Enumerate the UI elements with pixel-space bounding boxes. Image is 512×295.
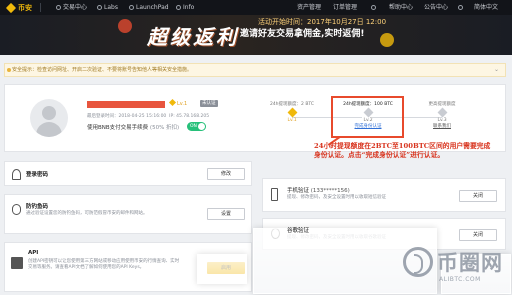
diamond-icon bbox=[168, 98, 177, 107]
user-icon bbox=[371, 4, 376, 10]
bnb-fee-label: 使用BNB支付交易手续费 (50% 折扣) bbox=[87, 125, 180, 131]
diamond-icon bbox=[437, 107, 447, 118]
language-selector[interactable]: 简体中文 bbox=[474, 3, 498, 12]
avatar bbox=[30, 99, 68, 137]
disable-google-auth-button[interactable]: 关闭 bbox=[459, 229, 497, 241]
google-auth-title: 谷歌验证 bbox=[287, 228, 310, 234]
level-1-column: 24h提现额度：2 BTC Lv.1 bbox=[269, 102, 315, 123]
annotation-text: 24小时提现额度在2BTC至100BTC区间的用户需要完成身份认证。点击“完成身… bbox=[314, 142, 491, 159]
nav-divider bbox=[40, 3, 41, 12]
disable-sms-button[interactable]: 关闭 bbox=[459, 190, 497, 202]
anti-phishing-section: 防钓鱼码 通过验证设置您的防钓鱼码，可防范假冒币安的邮件和网站。 设置 bbox=[4, 194, 252, 234]
user-level-badge: Lv.1 bbox=[168, 98, 187, 107]
login-password-section: 登录密码 修改 bbox=[4, 161, 252, 186]
nav-item-launchpad[interactable]: LaunchPad bbox=[129, 3, 169, 12]
banner-tagline: 邀请好友交易拿佣金,实时返佣! bbox=[240, 29, 365, 39]
top-nav: 币安 交易中心 Labs LaunchPad Info 资产管理 订单管理 帮助… bbox=[0, 0, 512, 15]
nav-item-announcements[interactable]: 公告中心 bbox=[424, 3, 448, 12]
contact-us-link[interactable]: 联系我们 bbox=[416, 123, 468, 129]
nav-item-exchange[interactable]: 交易中心 bbox=[56, 3, 87, 12]
chip-icon bbox=[11, 257, 23, 269]
nav-item-account[interactable] bbox=[371, 3, 378, 12]
security-notice: 安全提示：检查访问网址、开启二次验证、不要将账号告知他人等相关安全措施。 ⌄ bbox=[4, 63, 506, 77]
chevron-down-icon[interactable]: ⌄ bbox=[494, 64, 499, 76]
nav-item-orders[interactable]: 订单管理 bbox=[333, 3, 357, 12]
level-3-column: 更高提现额度 Lv.3 联系我们 bbox=[416, 101, 468, 129]
sms-auth-section: 手机验证 (133*****156) 提现、修改密码，及安全设置时用以收取短信验… bbox=[262, 178, 506, 212]
change-password-button[interactable]: 修改 bbox=[207, 168, 245, 180]
bell-icon[interactable] bbox=[458, 3, 465, 12]
banner-headline: 超级返利 bbox=[147, 25, 239, 49]
labs-icon bbox=[97, 4, 102, 10]
annotation-highlight-box bbox=[331, 96, 404, 138]
exchange-icon bbox=[56, 4, 61, 10]
banner-decoration bbox=[118, 19, 132, 33]
watermark: 币圈网 ALIBTC.COM bbox=[403, 245, 507, 291]
nav-item-assets[interactable]: 资产管理 bbox=[297, 3, 321, 12]
nav-item-help[interactable]: 帮助中心 bbox=[389, 3, 413, 12]
nav-item-info[interactable]: Info bbox=[176, 3, 194, 12]
banner-decoration bbox=[380, 33, 394, 47]
redacted-email-bar bbox=[87, 101, 165, 108]
set-anti-phishing-button[interactable]: 设置 bbox=[207, 208, 245, 220]
info-icon bbox=[176, 4, 181, 10]
watermark-logo-icon bbox=[403, 247, 433, 277]
last-login-info: 最后登录时间：2018-04-25 15:16:00 IP: 45.78.168… bbox=[87, 114, 210, 119]
promo-banner[interactable]: 超级返利 活动开始时间：2017年10月27日 12:00 邀请好友交易拿佣金,… bbox=[0, 15, 512, 55]
binance-logo-icon bbox=[5, 2, 17, 13]
verification-status-tag: 未认证 bbox=[200, 100, 218, 107]
nav-item-labs[interactable]: Labs bbox=[97, 3, 118, 12]
warning-icon bbox=[7, 68, 11, 72]
fish-icon bbox=[12, 204, 21, 215]
launchpad-icon bbox=[129, 4, 134, 10]
diamond-icon bbox=[287, 107, 297, 118]
binance-logo[interactable]: 币安 bbox=[5, 2, 32, 13]
phone-icon bbox=[271, 188, 278, 201]
lock-icon bbox=[12, 169, 21, 180]
bnb-fee-toggle[interactable]: ON bbox=[187, 122, 206, 131]
glass-frame-overlay bbox=[197, 254, 247, 284]
